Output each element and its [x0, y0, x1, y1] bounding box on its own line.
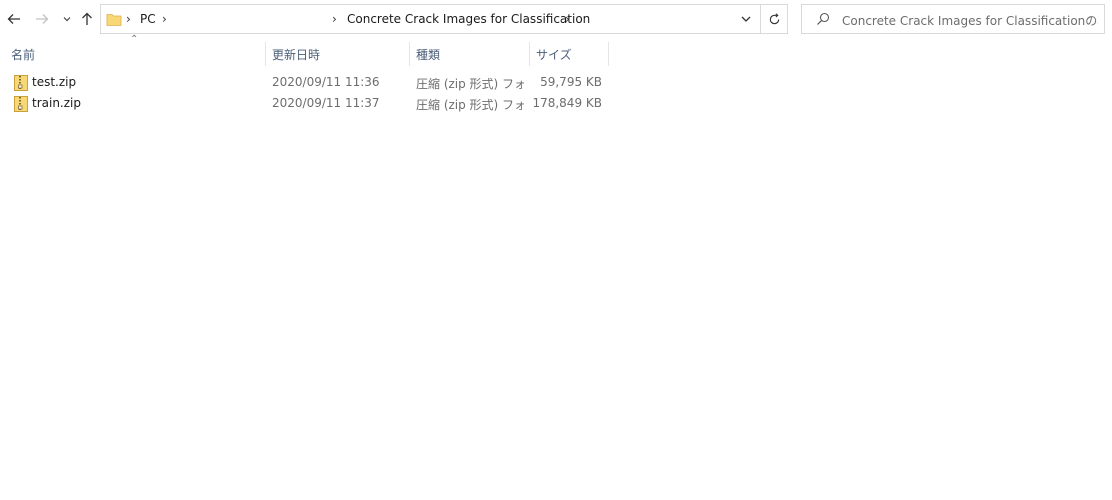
folder-icon [106, 14, 122, 26]
breadcrumb-chevron-icon[interactable]: › [162, 12, 167, 26]
chevron-down-icon [63, 17, 71, 22]
search-box[interactable]: Concrete Crack Images for Classification… [801, 4, 1105, 34]
address-dropdown-button[interactable] [733, 5, 759, 33]
column-divider[interactable] [409, 42, 410, 66]
file-name[interactable]: test.zip [32, 75, 76, 89]
file-type: 圧縮 (zip 形式) フォ... [416, 98, 524, 112]
breadcrumb-current-folder[interactable]: Concrete Crack Images for Classification [347, 12, 590, 26]
column-divider[interactable] [265, 42, 266, 66]
column-divider[interactable] [529, 42, 530, 66]
file-row[interactable]: train.zip 2020/09/11 11:37 圧縮 (zip 形式) フ… [0, 93, 620, 114]
column-name[interactable]: 名前 [11, 46, 35, 63]
breadcrumb-chevron-icon[interactable]: › [565, 12, 570, 26]
file-type: 圧縮 (zip 形式) フォ... [416, 77, 524, 91]
column-header: 名前 更新日時 種類 サイズ [0, 40, 620, 68]
file-date: 2020/09/11 11:37 [272, 96, 380, 110]
chevron-down-icon [741, 16, 751, 22]
search-icon [817, 12, 830, 25]
column-divider[interactable] [608, 42, 609, 66]
column-date[interactable]: 更新日時 [272, 46, 320, 63]
navigation-bar: › PC › › Concrete Crack Images for Class… [0, 0, 1112, 38]
file-name[interactable]: train.zip [32, 96, 81, 110]
file-size: 59,795 KB [540, 75, 602, 89]
column-size[interactable]: サイズ [536, 46, 572, 63]
zip-folder-icon [14, 96, 28, 112]
arrow-left-icon [7, 14, 20, 24]
breadcrumb-chevron-icon[interactable]: › [126, 12, 131, 26]
forward-button[interactable] [31, 8, 53, 30]
file-row[interactable]: test.zip 2020/09/11 11:36 圧縮 (zip 形式) フォ… [0, 72, 620, 93]
up-button[interactable] [76, 8, 98, 30]
zip-folder-icon [14, 75, 28, 91]
search-input[interactable]: Concrete Crack Images for Classification… [842, 12, 1098, 29]
arrow-up-icon [82, 12, 92, 25]
arrow-right-icon [36, 14, 49, 24]
breadcrumb-pc[interactable]: PC [140, 12, 156, 26]
address-bar[interactable]: › PC › › Concrete Crack Images for Class… [100, 4, 788, 34]
file-size: 178,849 KB [532, 96, 602, 110]
file-date: 2020/09/11 11:36 [272, 75, 380, 89]
breadcrumb-chevron-icon[interactable]: › [332, 12, 337, 26]
recent-locations-button[interactable] [56, 8, 78, 30]
refresh-button[interactable] [761, 5, 788, 33]
refresh-icon [769, 12, 780, 24]
back-button[interactable] [3, 8, 25, 30]
column-type[interactable]: 種類 [416, 46, 440, 63]
